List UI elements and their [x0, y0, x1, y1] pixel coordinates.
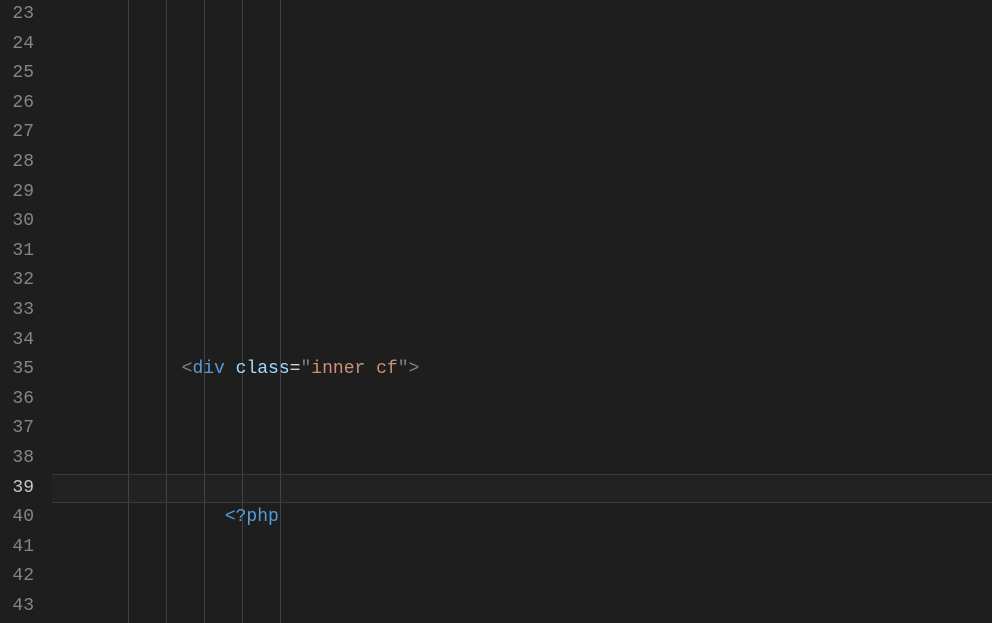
line-number: 26 [0, 89, 34, 119]
code-area[interactable]: <div class="inner cf"> <?php $url_home =… [52, 0, 992, 623]
line-number: 34 [0, 326, 34, 356]
code-editor[interactable]: 23 24 25 26 27 28 29 30 31 32 33 34 35 3… [0, 0, 992, 623]
code-line[interactable]: <div class="inner cf"> [52, 355, 992, 385]
line-number: 43 [0, 592, 34, 622]
line-number: 37 [0, 414, 34, 444]
code-line[interactable]: <?php [52, 503, 992, 533]
line-number: 25 [0, 59, 34, 89]
line-number: 33 [0, 296, 34, 326]
line-number: 29 [0, 178, 34, 208]
line-number: 42 [0, 562, 34, 592]
line-number: 32 [0, 266, 34, 296]
line-number: 36 [0, 385, 34, 415]
line-number-active: 39 [0, 474, 34, 504]
line-number: 28 [0, 148, 34, 178]
indent-guide [280, 0, 281, 623]
code-line[interactable] [52, 207, 992, 237]
line-number: 24 [0, 30, 34, 60]
line-number: 40 [0, 503, 34, 533]
line-number: 38 [0, 444, 34, 474]
line-number-gutter: 23 24 25 26 27 28 29 30 31 32 33 34 35 3… [0, 0, 52, 623]
line-number: 41 [0, 533, 34, 563]
line-number: 35 [0, 355, 34, 385]
line-number: 30 [0, 207, 34, 237]
active-line-highlight [52, 474, 992, 504]
line-number: 23 [0, 0, 34, 30]
line-number: 27 [0, 118, 34, 148]
line-number: 31 [0, 237, 34, 267]
